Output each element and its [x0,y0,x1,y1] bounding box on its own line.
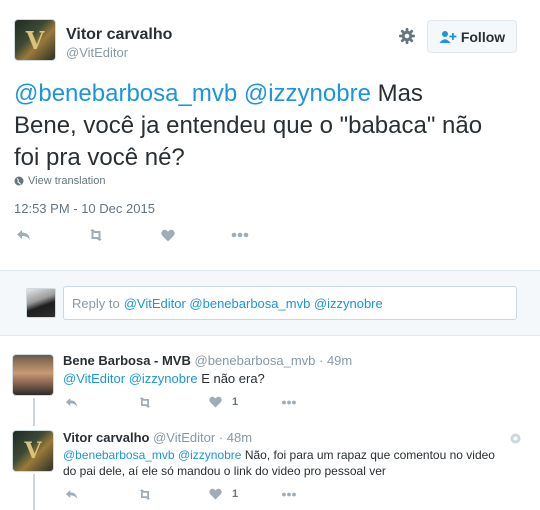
author-avatar[interactable] [14,19,56,61]
reply-author-name[interactable]: Bene Barbosa - MVB [63,353,191,368]
reply-icon[interactable] [65,489,79,500]
like-button[interactable]: 1 [209,396,238,408]
add-user-icon [439,30,457,43]
reply-text-body: E não era? [201,371,265,386]
author-name[interactable]: Vitor carvalho [66,26,172,44]
reply-author-handle[interactable]: @benebarbosa_mvb [195,353,316,368]
reply-text: @VitEditor @izzynobre E não era? [63,370,265,387]
retweet-icon[interactable] [137,397,153,408]
reply-input[interactable]: Reply to @VitEditor @benebarbosa_mvb @iz… [63,286,517,320]
reply-icon[interactable] [65,397,79,408]
reply-avatar[interactable] [12,430,54,472]
reply-time[interactable]: · 49m [319,353,352,368]
tweet-text-line: foi pra você né? [14,144,185,171]
reply-text-body: Não, foi para um rapaz que comentou no v… [244,448,495,462]
more-icon[interactable] [231,232,249,238]
like-icon[interactable] [161,229,175,242]
reply-time[interactable]: · 48m [219,430,252,445]
thread-line [33,398,35,426]
current-user-avatar [26,288,56,318]
reply-input-mentions: @VitEditor @benebarbosa_mvb @izzynobre [123,295,383,311]
thread-line [33,474,35,510]
more-icon[interactable] [281,492,297,497]
author-handle[interactable]: @VitEditor [66,45,128,60]
mention-link[interactable]: @izzynobre [178,448,242,462]
reply-text: @benebarbosa_mvb @izzynobre Não, foi par… [63,447,495,479]
like-icon [209,488,222,500]
tweet-timestamp[interactable]: 12:53 PM - 10 Dec 2015 [14,201,155,216]
reply-author-handle[interactable]: @VitEditor [153,430,215,445]
reply-author-name[interactable]: Vitor carvalho [63,430,149,445]
mention-link[interactable]: @izzynobre [244,80,371,107]
follow-button[interactable]: Follow [427,20,517,53]
mention-link[interactable]: @VitEditor [63,371,125,386]
reply-input-prefix: Reply to [72,295,120,311]
mention-link[interactable]: @benebarbosa_mvb [14,80,237,107]
more-icon[interactable] [281,400,297,405]
tweet-text-line: Bene, você ja entendeu que o "babaca" nã… [14,112,483,139]
reply-avatar[interactable] [12,354,54,396]
like-count: 1 [232,488,239,500]
mention-link[interactable]: @izzynobre [129,371,198,386]
reply-header: Vitor carvalho @VitEditor · 48m [63,430,252,445]
reply-text-line: do pai dele, aí ele só mandou o link do … [63,464,386,478]
view-translation-link[interactable]: View translation [14,175,105,187]
view-translation-label: View translation [28,175,106,187]
reply-header: Bene Barbosa - MVB @benebarbosa_mvb · 49… [63,353,352,368]
follow-label: Follow [460,28,506,45]
like-count: 1 [232,396,239,408]
tweet-text: @benebarbosa_mvb @izzynobre Mas Bene, vo… [14,78,482,174]
mention-link[interactable]: @benebarbosa_mvb [63,448,175,462]
retweet-icon[interactable] [87,229,105,241]
conversation-icon[interactable] [510,431,521,449]
like-icon [209,396,222,408]
like-button[interactable]: 1 [209,488,238,500]
reply-icon[interactable] [16,229,32,241]
tweet-text-segment: Mas [377,80,423,107]
gear-icon[interactable] [398,27,416,45]
globe-icon [14,176,24,186]
retweet-icon[interactable] [137,489,153,500]
